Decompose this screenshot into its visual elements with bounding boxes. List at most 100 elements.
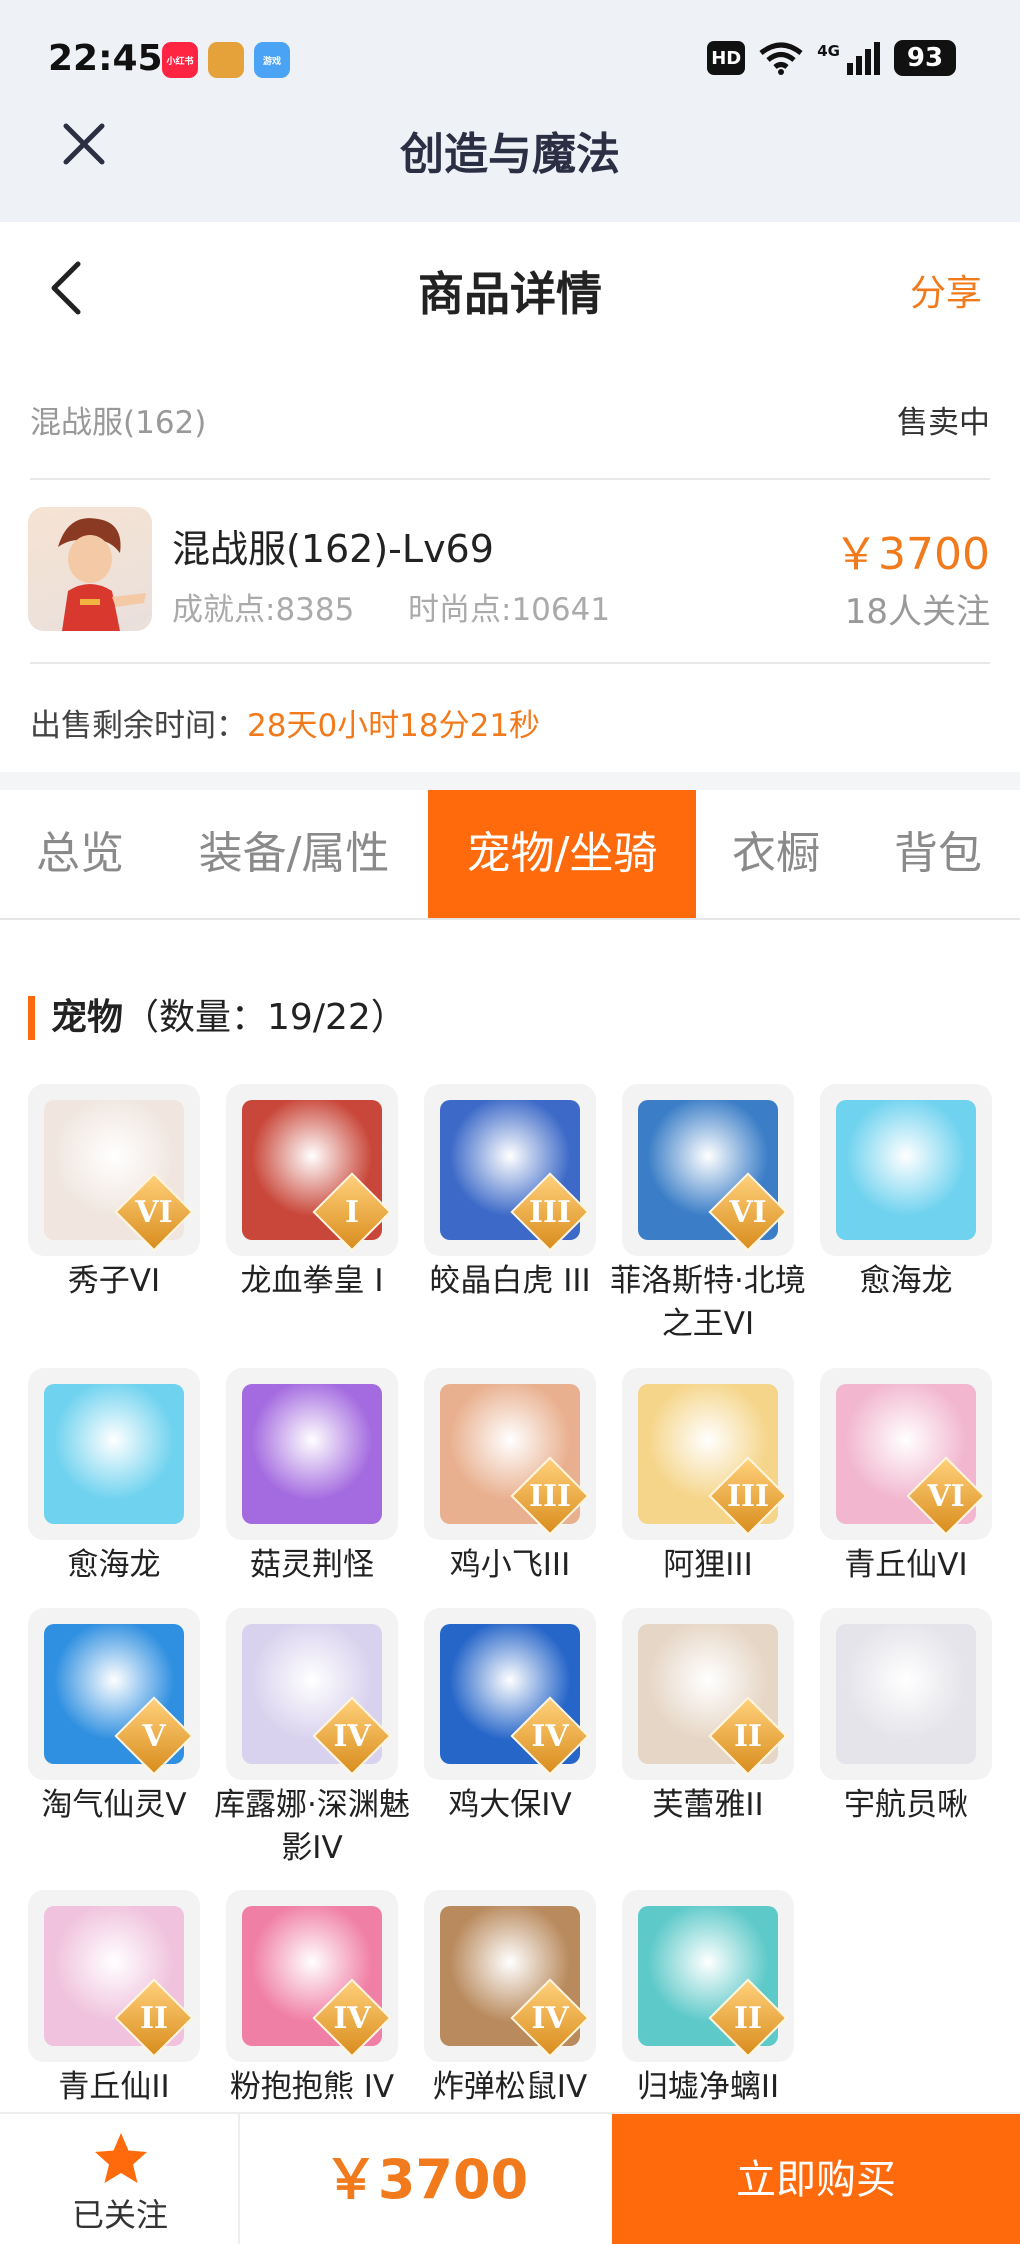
game-hero-icon (208, 42, 244, 78)
pet-image: III (424, 1368, 596, 1540)
product-name: 混战服(162)-Lv69 (172, 527, 494, 571)
pet-card[interactable]: III 皎晶白虎 III (424, 1084, 596, 1303)
bottom-price: ￥3700 (323, 2148, 529, 2211)
battery-indicator: 93 (894, 40, 956, 76)
pet-name: 鸡大保IV (448, 1787, 572, 1823)
pet-image: IV (226, 1890, 398, 2062)
star-icon (95, 2133, 147, 2183)
remaining-time: 出售剩余时间：28天0小时18分21秒 (30, 700, 540, 745)
follow-label: 已关注 (71, 2196, 168, 2234)
pet-name: 菲洛斯特·北境之王VI (610, 1263, 806, 1342)
fashion-points: 时尚点:10641 (408, 592, 611, 628)
pet-image (28, 1368, 200, 1540)
tab-backpack[interactable]: 背包 (856, 790, 1020, 918)
pet-image (820, 1084, 992, 1256)
status-badge: 售卖中 (897, 405, 990, 441)
pet-card[interactable]: II 青丘仙II (28, 1890, 200, 2109)
pet-name: 愈海龙 (67, 1547, 161, 1583)
product-price: ￥3700 (834, 529, 990, 580)
pet-name: 炸弹松鼠IV (432, 2069, 588, 2105)
pet-card[interactable]: IV 库露娜·深渊魅影IV (214, 1608, 410, 1870)
pet-name: 秀子VI (67, 1263, 161, 1299)
divider (30, 662, 990, 664)
pet-name: 龙血拳皇 I (240, 1263, 384, 1299)
bottom-bar: 已关注 ￥3700 立即购买 (0, 2112, 1020, 2244)
pet-name: 阿狸III (663, 1547, 753, 1583)
pet-portrait (836, 1624, 976, 1764)
pet-image: II (28, 1890, 200, 2062)
follow-button[interactable]: 已关注 (0, 2114, 240, 2244)
pet-image: IV (226, 1608, 398, 1780)
pet-card[interactable]: II 归墟净螭II (622, 1890, 794, 2109)
page-title: 商品详情 (418, 267, 602, 321)
pet-image: VI (28, 1084, 200, 1256)
pet-level-text: IV (333, 1718, 371, 1754)
pet-card[interactable]: 愈海龙 (28, 1368, 200, 1587)
section-title-text: 宠物 (51, 997, 124, 1038)
divider (30, 478, 990, 480)
pet-name: 青丘仙VI (844, 1547, 968, 1583)
app-root: { "status_bar": {"time": "22:45", "batte… (0, 0, 1020, 2244)
xiaohongshu-icon: 小红书 (162, 42, 198, 78)
pet-level-text: III (528, 1194, 572, 1230)
section-count: （数量：19/22） (123, 997, 407, 1038)
pet-level-text: VI (729, 1194, 767, 1230)
pet-image: IV (424, 1890, 596, 2062)
pet-image (820, 1608, 992, 1780)
pet-name: 淘气仙灵V (41, 1787, 187, 1823)
share-button[interactable]: 分享 (910, 264, 982, 316)
pet-card[interactable]: IV 炸弹松鼠IV (424, 1890, 596, 2109)
pet-card[interactable]: VI 青丘仙VI (820, 1368, 992, 1587)
pet-level-text: II (139, 2000, 169, 2036)
pet-portrait (44, 1384, 184, 1524)
pet-card[interactable]: I 龙血拳皇 I (226, 1084, 398, 1303)
pet-level-text: IV (531, 2000, 569, 2036)
pet-image: III (622, 1368, 794, 1540)
character-avatar (28, 507, 152, 631)
remaining-time-label: 出售剩余时间： (30, 708, 247, 744)
pet-name: 芙蕾雅II (652, 1787, 764, 1823)
pet-image: VI (622, 1084, 794, 1256)
pet-card[interactable]: 菇灵荆怪 (226, 1368, 398, 1587)
pet-card[interactable]: III 鸡小飞III (424, 1368, 596, 1587)
pet-card[interactable]: VI 菲洛斯特·北境之王VI (610, 1084, 806, 1346)
pet-card[interactable]: 愈海龙 (820, 1084, 992, 1303)
section-title: 宠物（数量：19/22） (28, 996, 407, 1040)
pet-image: I (226, 1084, 398, 1256)
signal-icon (847, 42, 880, 75)
pet-card[interactable]: VI 秀子VI (28, 1084, 200, 1303)
network-type: 4G (817, 42, 840, 60)
pet-name: 鸡小飞III (449, 1547, 571, 1583)
pet-card[interactable]: 宇航员啾 (820, 1608, 992, 1827)
pet-level-text: VI (135, 1194, 173, 1230)
pet-level-text: V (142, 1718, 166, 1754)
follower-count: 18人关注 (844, 592, 990, 632)
qq-game-icon: 游戏 (254, 42, 290, 78)
tab-equipment[interactable]: 装备/属性 (160, 790, 428, 918)
pet-name: 库露娜·深渊魅影IV (214, 1787, 410, 1866)
pet-level-text: VI (927, 1478, 965, 1514)
pet-image: II (622, 1608, 794, 1780)
pet-card[interactable]: III 阿狸III (622, 1368, 794, 1587)
server-label: 混战服(162) (30, 405, 207, 441)
hd-icon: HD (707, 41, 746, 75)
pet-level-text: II (733, 2000, 763, 2036)
pet-card[interactable]: IV 鸡大保IV (424, 1608, 596, 1827)
wifi-icon (759, 42, 803, 75)
pet-card[interactable]: II 芙蕾雅II (622, 1608, 794, 1827)
tab-wardrobe[interactable]: 衣橱 (696, 790, 856, 918)
pet-image: III (424, 1084, 596, 1256)
tab-overview[interactable]: 总览 (0, 790, 160, 918)
pet-level-text: IV (333, 2000, 371, 2036)
pet-image: V (28, 1608, 200, 1780)
app-top-bar: 22:45 小红书 游戏 HD 4G 93 创造与魔法 (0, 0, 1020, 222)
pet-card[interactable]: IV 粉抱抱熊 IV (226, 1890, 398, 2109)
buy-now-button[interactable]: 立即购买 (612, 2114, 1020, 2244)
pet-level-text: I (344, 1194, 360, 1230)
status-right-icons: HD 4G 93 (707, 40, 956, 76)
character-portrait-icon (58, 518, 146, 631)
pet-name: 归墟净螭II (636, 2069, 780, 2105)
pet-card[interactable]: V 淘气仙灵V (28, 1608, 200, 1827)
pet-name: 菇灵荆怪 (250, 1547, 374, 1583)
tab-pets-mounts[interactable]: 宠物/坐骑 (428, 790, 696, 918)
